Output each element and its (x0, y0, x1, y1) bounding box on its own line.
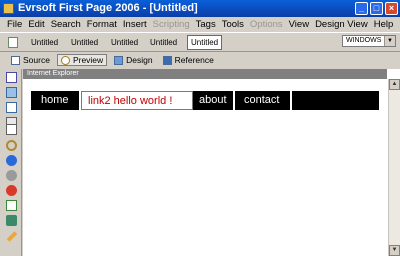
menu-scripting: Scripting (152, 18, 190, 30)
menu-insert[interactable]: Insert (120, 19, 150, 30)
browser-label: Internet Explorer (23, 69, 387, 79)
chevron-down-icon[interactable]: ▼ (384, 36, 395, 46)
maximize-button[interactable]: □ (370, 2, 383, 15)
window-title: Evrsoft First Page 2006 - [Untitled] (18, 2, 198, 14)
text-icon[interactable] (6, 124, 17, 135)
encoding-value: WINDOWS (346, 37, 382, 44)
menu-tags[interactable]: Tags (193, 19, 219, 30)
nav-link-about[interactable]: about (199, 91, 227, 110)
monitor-icon (114, 55, 124, 65)
scroll-up-icon[interactable]: ▲ (389, 79, 400, 90)
encoding-select[interactable]: WINDOWS ▼ (342, 35, 396, 47)
doc-tab-active[interactable]: Untitled (187, 35, 223, 50)
menu-tools[interactable]: Tools (219, 19, 247, 30)
back-icon[interactable] (6, 155, 17, 166)
tab-source[interactable]: Source (8, 54, 53, 66)
menu-format[interactable]: Format (84, 19, 120, 30)
site-nav-bar: home link2 hello world ! about contact (31, 91, 379, 110)
pencil-icon[interactable] (6, 231, 18, 242)
tab-label: Source (23, 55, 50, 65)
menu-view[interactable]: View (286, 19, 312, 30)
tab-label: Reference (174, 55, 214, 65)
title-bar: Evrsoft First Page 2006 - [Untitled] _ □… (0, 0, 400, 17)
pen-icon[interactable] (6, 215, 17, 226)
scroll-down-icon[interactable]: ▼ (389, 245, 400, 256)
menu-edit[interactable]: Edit (25, 19, 47, 30)
table-icon[interactable] (6, 102, 17, 113)
magnifier-icon (60, 55, 70, 65)
nav-divider (290, 91, 292, 110)
doc-tab[interactable]: Untitled (111, 36, 138, 49)
menu-file[interactable]: File (4, 19, 25, 30)
tab-preview[interactable]: Preview (56, 54, 108, 66)
nav-link-link2[interactable]: link2 hello world ! (81, 91, 193, 110)
forward-icon[interactable] (6, 170, 17, 181)
nav-divider (233, 91, 235, 110)
nav-link-home[interactable]: home (41, 91, 69, 110)
tab-design[interactable]: Design (111, 54, 155, 66)
menu-bar: File Edit Search Format Insert Scripting… (0, 17, 400, 31)
menu-design-view[interactable]: Design View (312, 19, 371, 30)
vertical-scrollbar[interactable]: ▲ ▼ (388, 79, 400, 256)
doc-tab[interactable]: Untitled (31, 36, 58, 49)
minimize-button[interactable]: _ (355, 2, 368, 15)
refresh-icon[interactable] (6, 200, 17, 211)
tab-reference[interactable]: Reference (160, 54, 217, 66)
left-toolbar (0, 69, 22, 256)
crosshair-icon[interactable] (6, 72, 17, 83)
nav-link-contact[interactable]: contact (244, 91, 279, 110)
tab-label: Preview (72, 55, 104, 65)
close-button[interactable]: × (385, 2, 398, 15)
image-icon[interactable] (6, 87, 17, 98)
stop-icon[interactable] (6, 185, 17, 196)
book-icon (162, 55, 172, 65)
new-document-icon[interactable] (8, 37, 18, 48)
view-mode-bar: Source Preview Design Reference (0, 52, 400, 68)
preview-pane: Internet Explorer home link2 hello world… (23, 69, 400, 256)
menu-help[interactable]: Help (371, 19, 397, 30)
document-icon (11, 55, 20, 65)
doc-tab[interactable]: Untitled (71, 36, 98, 49)
zoom-icon[interactable] (6, 140, 17, 151)
app-icon (3, 3, 14, 14)
document-tabs: Untitled Untitled Untitled Untitled Unti… (0, 32, 400, 52)
doc-tab[interactable]: Untitled (150, 36, 177, 49)
tab-label: Design (126, 55, 153, 65)
menu-options: Options (249, 18, 283, 30)
menu-search[interactable]: Search (48, 19, 84, 30)
